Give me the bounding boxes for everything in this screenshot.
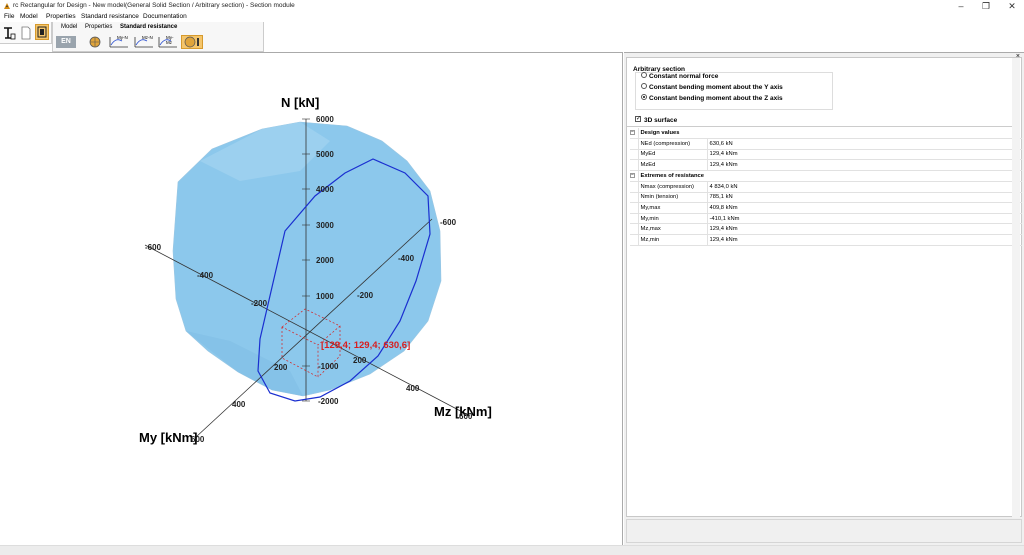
radio-label: Constant bending moment about the Z axis <box>649 95 783 102</box>
my-tick-label: 600 <box>459 412 473 421</box>
n-tick-label: 4000 <box>316 185 334 194</box>
table-row: Nmax (compression) 4 834,0 kN <box>630 181 1022 193</box>
ribbon: Model Properties Standard resistance EN … <box>52 22 264 52</box>
my-tick-label: 200 <box>353 356 367 365</box>
menu-file[interactable]: File <box>4 13 14 20</box>
checkmark-icon: ✓ <box>635 116 642 123</box>
mz-tick-label: -600 <box>440 218 457 227</box>
my-tick-label: -600 <box>145 243 162 252</box>
mz-tick-label: 400 <box>232 400 246 409</box>
my-mz-diagram-button[interactable]: My-Mz <box>157 35 179 49</box>
minimize-button[interactable]: – <box>951 0 971 12</box>
globe-settings-icon[interactable] <box>88 35 102 49</box>
n-tick-label: -1000 <box>318 362 339 371</box>
table-row: MzEd 129,4 kNm <box>630 159 1022 171</box>
table-row: My,max 409,8 kNm <box>630 202 1022 214</box>
title-bar: rc Rectangular for Design - New model(Ge… <box>0 0 1024 12</box>
quick-toolbar <box>0 22 52 44</box>
mz-n-label: Mz-N <box>142 35 153 40</box>
app-logo-icon <box>4 3 10 9</box>
tab-model[interactable]: Model <box>61 24 77 30</box>
table-row: Nmin (tension) 785,1 kN <box>630 192 1022 204</box>
radio-constant-moment-z[interactable]: Constant bending moment about the Z axis <box>641 94 783 102</box>
table-row: My,min -410,1 kNm <box>630 213 1022 225</box>
toolbar: Model Properties Standard resistance EN … <box>0 22 1024 52</box>
radio-label: Constant normal force <box>649 73 719 80</box>
maximize-button[interactable]: ❐ <box>976 0 996 12</box>
radio-label: Constant bending moment about the Y axis <box>649 84 783 91</box>
n-tick-label: 6000 <box>316 115 334 124</box>
n-tick-label: 3000 <box>316 221 334 230</box>
my-n-label: My-N <box>117 35 128 40</box>
panel-footer <box>626 519 1022 543</box>
radio-constant-moment-y[interactable]: Constant bending moment about the Y axis <box>641 83 783 91</box>
tab-properties[interactable]: Properties <box>85 24 112 30</box>
checkbox-label: 3D surface <box>644 117 678 124</box>
design-values-table: Design values NEd (compression) 630,6 kN … <box>630 128 1022 171</box>
menu-documentation[interactable]: Documentation <box>143 13 187 20</box>
status-bar <box>0 545 1024 555</box>
properties-panel: × Arbitrary section Constant normal forc… <box>624 52 1024 545</box>
interaction-surface-chart[interactable]: N [kN] My [kNm] Mz [kNm] 6000 5000 4000 … <box>0 53 623 546</box>
table-row: NEd (compression) 630,6 kN <box>630 138 1022 150</box>
menu-standard-resistance[interactable]: Standard resistance <box>81 13 139 20</box>
3d-interaction-button[interactable] <box>181 35 203 49</box>
radio-constant-normal-force[interactable]: Constant normal force <box>641 72 719 80</box>
3d-surface-icon <box>184 36 199 48</box>
n-tick-label: 5000 <box>316 150 334 159</box>
design-point-label: [129,4; 129,4; 630,6] <box>321 340 410 351</box>
n-axis-label: N [kN] <box>281 95 319 110</box>
tab-standard-resistance[interactable]: Standard resistance <box>120 24 177 30</box>
my-tick-label: -400 <box>197 271 214 280</box>
column-section-icon <box>37 26 47 38</box>
mz-tick-label: 200 <box>274 363 288 372</box>
panel-scrollbar[interactable] <box>1012 58 1020 518</box>
table-row: Mz,min 129,4 kNm <box>630 234 1022 246</box>
my-n-diagram-button[interactable]: My-N <box>108 35 130 49</box>
menu-model[interactable]: Model <box>20 13 38 20</box>
table-row: MyEd 129,4 kNm <box>630 149 1022 161</box>
menu-bar: File Model Properties Standard resistanc… <box>0 12 1024 22</box>
close-window-button[interactable]: ✕ <box>1002 0 1022 12</box>
checkbox-3d-surface[interactable]: ✓ 3D surface <box>635 116 678 124</box>
properties-content: Arbitrary section Constant normal force … <box>626 57 1022 518</box>
n-tick-label: 1000 <box>316 292 334 301</box>
radio-icon <box>641 72 647 79</box>
mz-n-diagram-button[interactable]: Mz-N <box>133 35 155 49</box>
mz-tick-label: -200 <box>357 291 374 300</box>
new-document-icon[interactable] <box>19 25 33 41</box>
mz-tick-label: 600 <box>191 435 205 444</box>
n-tick-label: 2000 <box>316 256 334 265</box>
window-title: rc Rectangular for Design - New model(Ge… <box>13 2 295 9</box>
text-tool-icon[interactable] <box>2 25 16 41</box>
my-tick-label: -200 <box>251 299 268 308</box>
language-button[interactable]: EN <box>56 36 76 48</box>
menu-properties[interactable]: Properties <box>46 13 76 20</box>
section-module-button[interactable] <box>35 24 49 40</box>
mz-tick-label: -400 <box>398 254 415 263</box>
section-title: Design values <box>638 128 1022 140</box>
my-tick-label: 400 <box>406 384 420 393</box>
n-tick-label: -2000 <box>318 397 339 406</box>
table-row: Mz,max 129,4 kNm <box>630 223 1022 236</box>
radio-selected-icon <box>641 94 647 101</box>
3d-viewport[interactable]: N [kN] My [kNm] Mz [kNm] 6000 5000 4000 … <box>0 52 623 545</box>
my-axis-label: My [kNm] <box>139 430 198 445</box>
my-mz-label: My-Mz <box>166 35 174 45</box>
extremes-table: Extremes of resistance Nmax (compression… <box>630 171 1022 246</box>
radio-icon <box>641 83 647 90</box>
section-title: Extremes of resistance <box>638 171 1022 183</box>
